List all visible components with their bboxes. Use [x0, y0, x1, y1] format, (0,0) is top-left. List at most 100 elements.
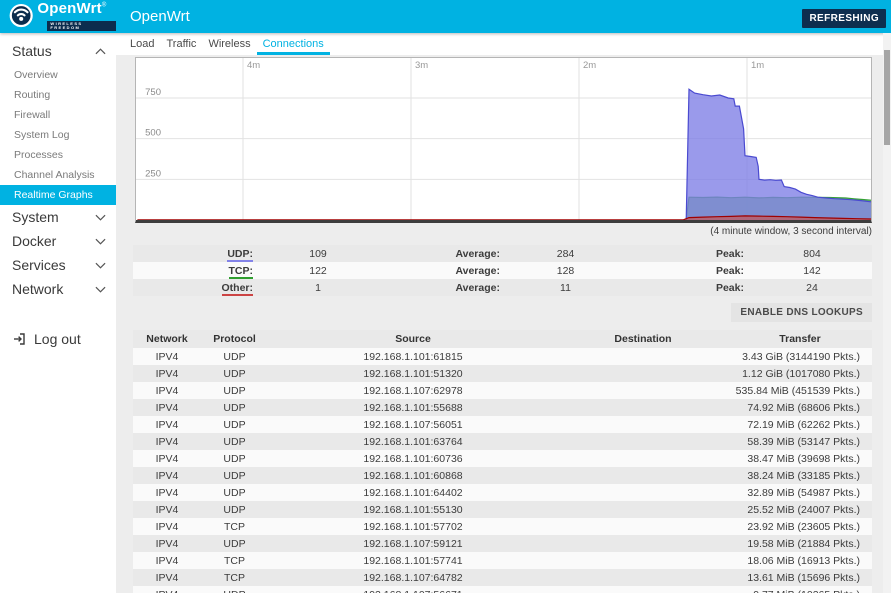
- chevron-down-icon: [95, 262, 106, 269]
- sidebar-item-firewall[interactable]: Firewall: [0, 105, 116, 125]
- cell-transfer: 19.58 MiB (21884 Pkts.): [728, 538, 872, 550]
- cell-transfer: 32.89 MiB (54987 Pkts.): [728, 487, 872, 499]
- svg-text:1m: 1m: [751, 60, 764, 71]
- legend-label: UDP:: [133, 248, 261, 260]
- tab-connections[interactable]: Connections: [257, 34, 330, 55]
- sidebar-sections: System Docker Services Network: [0, 205, 116, 301]
- cell-source: 192.168.1.101:55688: [268, 402, 558, 414]
- cell-source: 192.168.1.107:56671: [268, 589, 558, 593]
- cell-transfer: 535.84 MiB (451539 Pkts.): [728, 385, 872, 397]
- cell-source: 192.168.1.101:60736: [268, 453, 558, 465]
- cell-network: IPV4: [133, 470, 201, 482]
- cell-protocol: UDP: [201, 538, 268, 550]
- connections-table-body: IPV4UDP192.168.1.101:618153.43 GiB (3144…: [133, 348, 872, 593]
- table-row: IPV4UDP192.168.1.101:5568874.92 MiB (686…: [133, 399, 872, 416]
- openwrt-logo: OpenWrt® WIRELESS FREEDOM: [8, 1, 116, 33]
- cell-network: IPV4: [133, 351, 201, 363]
- cell-protocol: UDP: [201, 351, 268, 363]
- logout-icon: [12, 332, 26, 346]
- stats-row-udp: UDP:109Average:284Peak:804: [133, 245, 872, 262]
- stats-row-other: Other:1Average:11Peak:24: [133, 279, 872, 296]
- chevron-down-icon: [95, 214, 106, 221]
- cell-protocol: UDP: [201, 589, 268, 593]
- cell-network: IPV4: [133, 436, 201, 448]
- cell-network: IPV4: [133, 453, 201, 465]
- tab-traffic[interactable]: Traffic: [160, 34, 202, 55]
- svg-text:3m: 3m: [415, 60, 428, 71]
- table-row: IPV4UDP192.168.1.107:62978535.84 MiB (45…: [133, 382, 872, 399]
- tab-load[interactable]: Load: [124, 34, 160, 55]
- cell-source: 192.168.1.107:62978: [268, 385, 558, 397]
- cell-transfer: 58.39 MiB (53147 Pkts.): [728, 436, 872, 448]
- cell-protocol: UDP: [201, 436, 268, 448]
- sidebar-section-label: Docker: [12, 233, 56, 249]
- cell-transfer: 1.12 GiB (1017080 Pkts.): [728, 368, 872, 380]
- cell-transfer: 9.77 MiB (10265 Pkts.): [728, 589, 872, 593]
- cell-source: 192.168.1.101:60868: [268, 470, 558, 482]
- page-title: OpenWrt: [130, 8, 190, 25]
- scrollbar-thumb[interactable]: [884, 50, 890, 145]
- cell-transfer: 23.92 MiB (23605 Pkts.): [728, 521, 872, 533]
- cell-network: IPV4: [133, 521, 201, 533]
- sidebar-section-label: Services: [12, 257, 66, 273]
- sidebar-item-realtime-graphs[interactable]: Realtime Graphs: [0, 185, 116, 205]
- stats-row-tcp: TCP:122Average:128Peak:142: [133, 262, 872, 279]
- cell-transfer: 18.06 MiB (16913 Pkts.): [728, 555, 872, 567]
- cell-protocol: TCP: [201, 572, 268, 584]
- table-row: IPV4UDP192.168.1.107:5605172.19 MiB (622…: [133, 416, 872, 433]
- table-row: IPV4UDP192.168.1.101:6440232.89 MiB (549…: [133, 484, 872, 501]
- table-row: IPV4UDP192.168.1.101:6073638.47 MiB (396…: [133, 450, 872, 467]
- chevron-up-icon: [95, 48, 106, 55]
- svg-text:250: 250: [145, 168, 161, 179]
- column-header-transfer: Transfer: [728, 333, 872, 345]
- svg-text:2m: 2m: [583, 60, 596, 71]
- enable-dns-lookups-button[interactable]: ENABLE DNS LOOKUPS: [731, 303, 872, 322]
- tab-wireless[interactable]: Wireless: [202, 34, 256, 55]
- logout-button[interactable]: Log out: [0, 325, 116, 353]
- current-value: 1: [261, 282, 375, 294]
- table-row: IPV4UDP192.168.1.101:5513025.52 MiB (240…: [133, 501, 872, 518]
- tabs-bar: LoadTrafficWirelessConnections: [116, 33, 891, 55]
- sidebar-section-system[interactable]: System: [0, 205, 116, 229]
- column-header-network: Network: [133, 333, 201, 345]
- table-row: IPV4UDP192.168.1.101:513201.12 GiB (1017…: [133, 365, 872, 382]
- sidebar-section-network[interactable]: Network: [0, 277, 116, 301]
- cell-source: 192.168.1.101:55130: [268, 504, 558, 516]
- sidebar-item-processes[interactable]: Processes: [0, 145, 116, 165]
- cell-transfer: 3.43 GiB (3144190 Pkts.): [728, 351, 872, 363]
- cell-network: IPV4: [133, 487, 201, 499]
- vertical-scrollbar[interactable]: [883, 33, 891, 593]
- cell-transfer: 72.19 MiB (62262 Pkts.): [728, 419, 872, 431]
- cell-network: IPV4: [133, 572, 201, 584]
- cell-source: 192.168.1.101:51320: [268, 368, 558, 380]
- average-value: 128: [508, 265, 623, 277]
- table-row: IPV4UDP192.168.1.107:566719.77 MiB (1026…: [133, 586, 872, 593]
- cell-network: IPV4: [133, 419, 201, 431]
- cell-protocol: UDP: [201, 504, 268, 516]
- top-header: OpenWrt® WIRELESS FREEDOM OpenWrt REFRES…: [0, 0, 891, 33]
- table-row: IPV4TCP192.168.1.101:5770223.92 MiB (236…: [133, 518, 872, 535]
- logo-registered-mark: ®: [102, 2, 106, 8]
- sidebar-item-routing[interactable]: Routing: [0, 85, 116, 105]
- svg-text:4m: 4m: [247, 60, 260, 71]
- sidebar-section-services[interactable]: Services: [0, 253, 116, 277]
- legend-label: Other:: [133, 282, 261, 294]
- sidebar-item-overview[interactable]: Overview: [0, 65, 116, 85]
- peak-value: 142: [752, 265, 872, 277]
- table-row: IPV4TCP192.168.1.101:5774118.06 MiB (169…: [133, 552, 872, 569]
- table-row: IPV4UDP192.168.1.107:5912119.58 MiB (218…: [133, 535, 872, 552]
- sidebar-section-status[interactable]: Status: [0, 33, 116, 65]
- current-value: 122: [261, 265, 375, 277]
- column-header-destination: Destination: [558, 333, 728, 345]
- sidebar-item-system-log[interactable]: System Log: [0, 125, 116, 145]
- refreshing-button[interactable]: REFRESHING: [802, 9, 886, 28]
- sidebar-section-docker[interactable]: Docker: [0, 229, 116, 253]
- stats-legend-table: UDP:109Average:284Peak:804TCP:122Average…: [133, 245, 872, 296]
- column-header-protocol: Protocol: [201, 333, 268, 345]
- cell-source: 192.168.1.107:64782: [268, 572, 558, 584]
- cell-source: 192.168.1.107:56051: [268, 419, 558, 431]
- openwrt-wifi-icon: [8, 1, 34, 28]
- cell-protocol: UDP: [201, 487, 268, 499]
- sidebar-item-channel-analysis[interactable]: Channel Analysis: [0, 165, 116, 185]
- cell-network: IPV4: [133, 555, 201, 567]
